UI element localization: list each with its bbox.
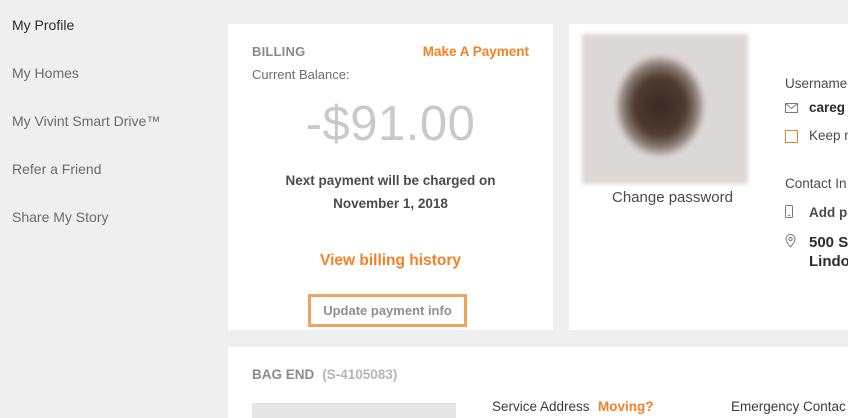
home-id: (S-4105083) [322, 367, 398, 382]
phone-icon [785, 205, 799, 221]
billing-card: BILLING Make A Payment Current Balance: … [228, 24, 553, 330]
home-card: BAG END (S-4105083) Service Address Movin… [228, 347, 848, 418]
moving-link[interactable]: Moving? [598, 399, 654, 414]
sidebar-item-share-story[interactable]: Share My Story [12, 209, 108, 225]
email-value: careg [809, 100, 846, 115]
current-balance-label: Current Balance: [252, 67, 350, 82]
address-row: 500 S Lindo [785, 233, 848, 271]
sidebar-item-my-profile[interactable]: My Profile [12, 17, 74, 33]
view-billing-history-link[interactable]: View billing history [228, 252, 553, 270]
keep-checkbox[interactable] [785, 129, 798, 143]
email-row: careg [785, 100, 845, 116]
avatar[interactable] [582, 34, 748, 184]
address-line-2: Lindo [809, 253, 848, 270]
change-password-link[interactable]: Change password [612, 189, 733, 206]
envelope-icon [785, 101, 799, 116]
keep-row: Keep n [785, 128, 848, 143]
sidebar-item-refer-friend[interactable]: Refer a Friend [12, 161, 101, 177]
home-title: BAG END (S-4105083) [252, 367, 397, 382]
service-address-label: Service Address [492, 399, 590, 414]
address-line-1: 500 S [809, 234, 848, 251]
add-phone-link[interactable]: Add pl [809, 205, 848, 220]
make-payment-link[interactable]: Make A Payment [423, 44, 529, 59]
sidebar-item-smart-drive[interactable]: My Vivint Smart Drive™ [12, 113, 160, 129]
home-name: BAG END [252, 367, 315, 382]
next-payment-date: November 1, 2018 [333, 196, 448, 211]
update-payment-info-button[interactable]: Update payment info [308, 294, 467, 327]
keep-label: Keep n [809, 128, 848, 143]
profile-card: Change password Username careg Keep n Co… [569, 24, 848, 330]
username-label: Username [785, 76, 848, 91]
next-payment-text: Next payment will be charged on November… [228, 169, 553, 215]
sidebar: My Profile My Homes My Vivint Smart Driv… [0, 0, 210, 418]
sidebar-item-my-homes[interactable]: My Homes [12, 65, 79, 81]
home-image [252, 403, 456, 418]
next-payment-line: Next payment will be charged on [285, 173, 496, 188]
balance-amount: -$91.00 [305, 97, 476, 151]
location-pin-icon [785, 233, 799, 253]
billing-title: BILLING [252, 44, 306, 59]
emergency-contact-label: Emergency Contac [731, 399, 846, 414]
contact-info-label: Contact In [785, 176, 847, 191]
add-phone-row[interactable]: Add pl [785, 205, 848, 221]
